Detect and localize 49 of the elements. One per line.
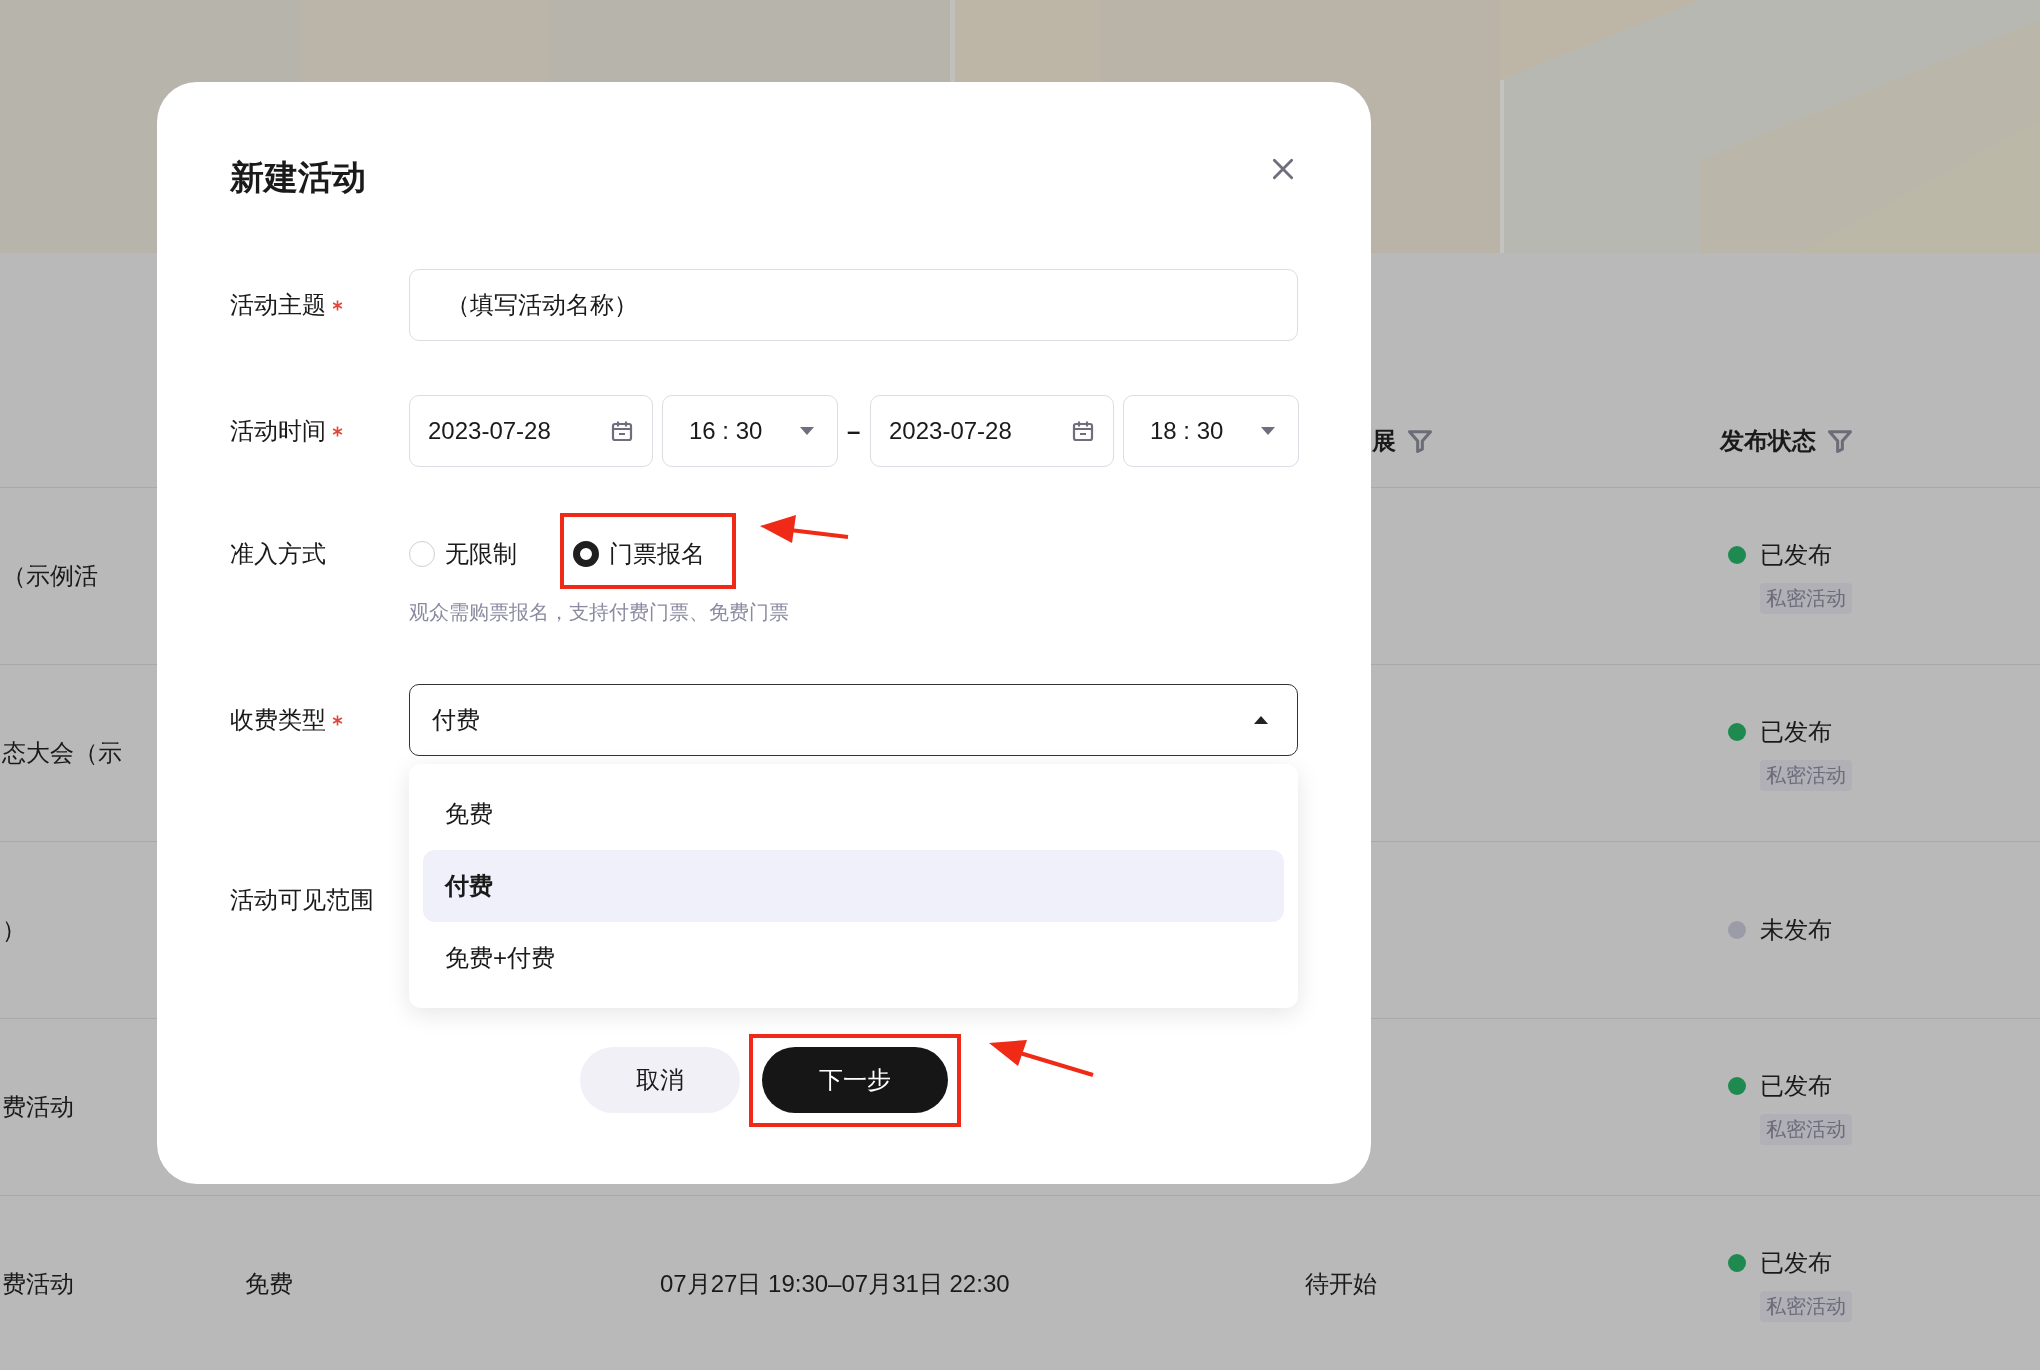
table-cell-text: （示例活 — [1, 562, 98, 589]
tag: 私密活动 — [1760, 1113, 1852, 1145]
table-cell-text: 费活动 — [1, 1093, 74, 1120]
tag: 私密活动 — [1760, 759, 1852, 791]
radio-button[interactable] — [573, 541, 599, 567]
range-separator: – — [847, 417, 861, 445]
radio-option[interactable]: 门票报名 — [573, 538, 705, 570]
table-cell: 免费 — [245, 1270, 293, 1297]
status-label: 未发布 — [1760, 915, 1832, 945]
tag: 私密活动 — [1760, 582, 1852, 614]
hint-text: 观众需购票报名，支持付费门票、免费门票 — [409, 600, 790, 625]
fee-type-select[interactable]: 付费 — [409, 684, 1298, 756]
radio-option[interactable]: 无限制 — [409, 538, 517, 570]
filter-icon[interactable] — [1406, 427, 1434, 455]
field-label: 活动时间 — [230, 416, 326, 446]
caret-icon — [1260, 426, 1276, 436]
table-cell-text: 费活动 — [1, 1270, 74, 1297]
field-label: 准入方式 — [230, 539, 326, 569]
calendar-icon — [1071, 419, 1095, 443]
end-date-field[interactable]: 2023-07-28 — [870, 395, 1114, 467]
table-cell-text: 态大会（示 — [1, 739, 122, 766]
status-label: 已发布 — [1760, 539, 1832, 570]
close-icon[interactable] — [1270, 156, 1296, 182]
status-label: 已发布 — [1760, 1247, 1832, 1278]
field-label: 活动主题 — [230, 290, 326, 320]
caret-icon — [1253, 715, 1269, 725]
dropdown-option[interactable]: 付费 — [423, 850, 1284, 922]
name-field[interactable]: （填写活动名称） — [409, 269, 1298, 341]
calendar-icon — [610, 419, 634, 443]
status-label: 已发布 — [1760, 1070, 1832, 1101]
start-date-field[interactable]: 2023-07-28 — [409, 395, 653, 467]
table-cell: 07月27日 19:30–07月31日 22:30 — [660, 1270, 1010, 1297]
field-label: 收费类型 — [230, 705, 326, 735]
table-cell: 待开始 — [1305, 1270, 1377, 1297]
column-header: 发布状态 — [1720, 426, 1816, 456]
column-header: 展 — [1372, 426, 1396, 456]
field-label: 活动可见范围 — [230, 885, 374, 915]
next-button[interactable]: 下一步 — [762, 1047, 948, 1113]
status-label: 已发布 — [1760, 716, 1832, 747]
table-cell-text: ） — [1, 916, 26, 943]
dialog-title: 新建活动 — [230, 157, 366, 198]
end-time-field[interactable]: 18 : 30 — [1123, 395, 1299, 467]
caret-icon — [799, 426, 815, 436]
dropdown-option[interactable]: 免费 — [423, 778, 1284, 850]
tag: 私密活动 — [1760, 1290, 1852, 1322]
filter-icon[interactable] — [1826, 427, 1854, 455]
start-time-field[interactable]: 16 : 30 — [662, 395, 838, 467]
cancel-button[interactable]: 取消 — [580, 1047, 740, 1113]
dropdown-option[interactable]: 免费+付费 — [423, 922, 1284, 994]
